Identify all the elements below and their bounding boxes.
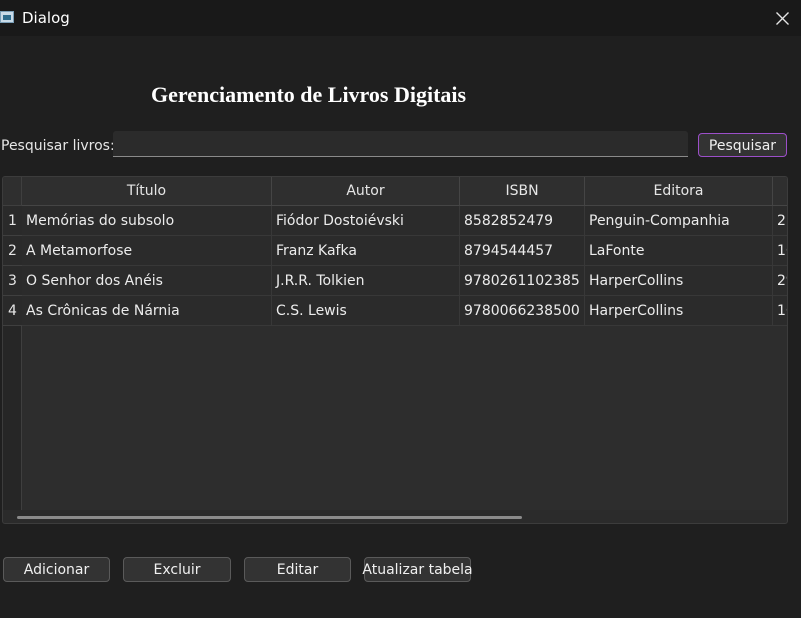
cell-title[interactable]: As Crônicas de Nárnia: [22, 296, 272, 326]
cell-title[interactable]: Memórias do subsolo: [22, 206, 272, 236]
title-bar: Dialog: [0, 0, 801, 36]
column-header-extra[interactable]: [773, 177, 787, 206]
horizontal-scrollbar[interactable]: [17, 516, 522, 519]
refresh-table-button[interactable]: Atualizar tabela: [362, 557, 473, 582]
app-icon: [0, 11, 14, 23]
cell-isbn[interactable]: 9780066238500: [460, 296, 585, 326]
page-title: Gerenciamento de Livros Digitais: [151, 82, 467, 107]
row-number[interactable]: 1: [3, 206, 22, 236]
cell-title[interactable]: O Senhor dos Anéis: [22, 266, 272, 296]
cell-publisher[interactable]: HarperCollins: [585, 296, 773, 326]
table-corner-button[interactable]: [3, 177, 22, 206]
row-number[interactable]: 3: [3, 266, 22, 296]
row-number[interactable]: 2: [3, 236, 22, 266]
search-input[interactable]: [113, 131, 688, 157]
cell-author[interactable]: C.S. Lewis: [272, 296, 460, 326]
add-button[interactable]: Adicionar: [3, 557, 110, 582]
close-button[interactable]: [765, 0, 801, 36]
column-header-isbn[interactable]: ISBN: [460, 177, 585, 206]
search-button[interactable]: Pesquisar: [698, 133, 787, 157]
cell-isbn[interactable]: 9780261102385: [460, 266, 585, 296]
cell-extra[interactable]: 16: [773, 296, 787, 326]
cell-extra[interactable]: 29: [773, 266, 787, 296]
cell-isbn[interactable]: 8582852479: [460, 206, 585, 236]
books-table[interactable]: Título Autor ISBN Editora 1 Memórias do …: [2, 176, 788, 524]
column-header: Título Autor ISBN Editora: [22, 177, 787, 206]
cell-title[interactable]: A Metamorfose: [22, 236, 272, 266]
cell-publisher[interactable]: LaFonte: [585, 236, 773, 266]
cell-publisher[interactable]: Penguin-Companhia: [585, 206, 773, 236]
column-header-author[interactable]: Autor: [272, 177, 460, 206]
row-number[interactable]: 4: [3, 296, 22, 326]
table-empty-area: [22, 326, 787, 510]
cell-author[interactable]: J.R.R. Tolkien: [272, 266, 460, 296]
cell-extra[interactable]: 16: [773, 236, 787, 266]
edit-button[interactable]: Editar: [244, 557, 351, 582]
cell-extra[interactable]: 21: [773, 206, 787, 236]
table-row[interactable]: Memórias do subsolo Fiódor Dostoiévski 8…: [22, 206, 787, 236]
cell-publisher[interactable]: HarperCollins: [585, 266, 773, 296]
column-header-publisher[interactable]: Editora: [585, 177, 773, 206]
cell-author[interactable]: Franz Kafka: [272, 236, 460, 266]
delete-button[interactable]: Excluir: [123, 557, 231, 582]
table-row[interactable]: O Senhor dos Anéis J.R.R. Tolkien 978026…: [22, 266, 787, 296]
cell-isbn[interactable]: 8794544457: [460, 236, 585, 266]
table-row[interactable]: As Crônicas de Nárnia C.S. Lewis 9780066…: [22, 296, 787, 326]
cell-author[interactable]: Fiódor Dostoiévski: [272, 206, 460, 236]
window-title: Dialog: [22, 9, 70, 27]
close-icon: [776, 12, 789, 25]
dialog-window: Dialog Gerenciamento de Livros Digitais …: [0, 0, 801, 618]
column-header-title[interactable]: Título: [22, 177, 272, 206]
table-row[interactable]: A Metamorfose Franz Kafka 8794544457 LaF…: [22, 236, 787, 266]
search-label: Pesquisar livros:: [1, 138, 115, 154]
